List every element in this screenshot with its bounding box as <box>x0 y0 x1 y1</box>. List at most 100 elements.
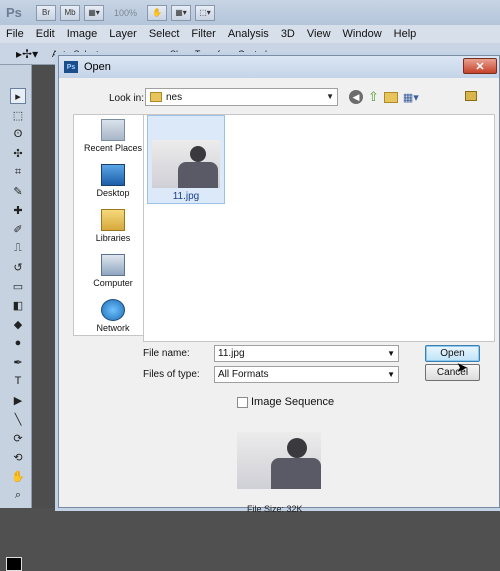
pen-tool-icon[interactable]: ✒ <box>10 354 26 370</box>
dodge-tool-icon[interactable]: ● <box>10 335 26 351</box>
healing-brush-tool-icon[interactable]: ✚ <box>10 202 26 218</box>
chevron-down-icon: ▼ <box>326 92 334 101</box>
look-in-value: nes <box>166 91 183 103</box>
menu-3d[interactable]: 3D <box>275 28 301 40</box>
image-sequence-checkbox[interactable] <box>237 397 248 408</box>
open-dialog: Ps Open ✕ Look in: nes ▼ ◀ ⇧ ▦▾ Recent P… <box>58 55 500 514</box>
move-tool-preset-icon[interactable]: ▸✢▾ <box>16 47 38 61</box>
file-name-value: 11.jpg <box>218 348 245 359</box>
menu-image[interactable]: Image <box>61 28 104 40</box>
file-name-label: File name: <box>143 348 190 359</box>
up-folder-button[interactable]: ⇧ <box>368 89 379 105</box>
navigation-toolbar: ◀ ⇧ ▦▾ <box>349 89 419 105</box>
file-name-input[interactable]: 11.jpg ▼ <box>214 345 399 362</box>
menu-help[interactable]: Help <box>388 28 423 40</box>
type-tool-icon[interactable]: T <box>10 373 26 389</box>
new-folder-button[interactable] <box>383 91 398 103</box>
menu-bar: File Edit Image Layer Select Filter Anal… <box>0 25 500 43</box>
libraries-icon <box>101 209 125 231</box>
eyedropper-tool-icon[interactable]: ✎ <box>10 183 26 199</box>
file-item[interactable]: 11.jpg <box>147 115 225 204</box>
quick-select-tool-icon[interactable]: ✣ <box>10 145 26 161</box>
move-tool-icon[interactable]: ▸ <box>10 88 26 104</box>
menu-select[interactable]: Select <box>143 28 186 40</box>
image-preview <box>237 432 321 489</box>
file-thumbnail <box>152 140 220 188</box>
back-button[interactable]: ◀ <box>349 90 363 104</box>
up-arrow-icon: ⇧ <box>368 89 379 104</box>
shape-tool-icon[interactable]: ╲ <box>10 411 26 427</box>
back-arrow-icon: ◀ <box>352 91 360 102</box>
place-libraries[interactable]: Libraries <box>74 209 152 243</box>
network-icon <box>101 299 125 321</box>
look-in-dropdown[interactable]: nes ▼ <box>145 88 338 106</box>
files-of-type-label: Files of type: <box>143 369 200 380</box>
bridge-button[interactable]: Br <box>36 4 56 21</box>
file-list: 11.jpg <box>143 114 495 342</box>
close-icon: ✕ <box>475 60 485 73</box>
view-extras-icon: ▦▾ <box>88 8 100 17</box>
marquee-tool-icon[interactable]: ⬚ <box>10 107 26 123</box>
blur-tool-icon[interactable]: ◆ <box>10 316 26 332</box>
clone-stamp-tool-icon[interactable]: ⎍ <box>10 240 26 256</box>
menu-view[interactable]: View <box>301 28 337 40</box>
recent-places-icon <box>101 119 125 141</box>
folder-icon <box>150 92 162 102</box>
arrange-documents-button[interactable]: ▦▾ <box>171 4 192 21</box>
foreground-color-swatch[interactable] <box>6 557 22 571</box>
place-label: Desktop <box>96 188 130 198</box>
hand-tool-button[interactable]: ✋ <box>147 4 168 21</box>
place-label: Recent Places <box>83 143 143 153</box>
look-in-label: Look in: <box>109 93 145 104</box>
hand-tool-icon[interactable]: ✋ <box>10 468 26 484</box>
place-label: Libraries <box>95 233 131 243</box>
view-menu-icon: ▦▾ <box>402 91 419 104</box>
view-extras-button[interactable]: ▦▾ <box>84 4 104 21</box>
arrange-icon: ▦▾ <box>175 8 187 17</box>
image-sequence-label: Image Sequence <box>251 396 335 408</box>
gradient-tool-icon[interactable]: ◧ <box>10 297 26 313</box>
3d-rotate-tool-icon[interactable]: ⟳ <box>10 430 26 446</box>
3d-orbit-tool-icon[interactable]: ⟲ <box>10 449 26 465</box>
desktop-icon <box>101 164 125 186</box>
hand-icon: ✋ <box>152 8 163 17</box>
open-button[interactable]: Open <box>425 345 480 362</box>
crop-tool-icon[interactable]: ⌗ <box>10 164 26 180</box>
lasso-tool-icon[interactable]: ʘ <box>10 126 26 142</box>
zoom-level[interactable]: 100% <box>114 8 137 18</box>
menu-analysis[interactable]: Analysis <box>222 28 275 40</box>
places-bar: Recent Places Desktop Libraries Computer… <box>73 114 151 336</box>
place-desktop[interactable]: Desktop <box>74 164 152 198</box>
photoshop-icon: Ps <box>64 61 78 73</box>
eraser-tool-icon[interactable]: ▭ <box>10 278 26 294</box>
view-menu-button[interactable]: ▦▾ <box>403 91 419 104</box>
tools-panel: ▸ ⬚ ʘ ✣ ⌗ ✎ ✚ ✐ ⎍ ↺ ▭ ◧ ◆ ● ✒ T ▶ ╲ ⟳ ⟲ … <box>0 65 32 571</box>
menu-layer[interactable]: Layer <box>103 28 143 40</box>
screen-mode-button[interactable]: ⬚▾ <box>195 4 216 21</box>
place-recent-places[interactable]: Recent Places <box>74 119 152 153</box>
file-name: 11.jpg <box>172 191 200 202</box>
place-label: Network <box>96 323 130 333</box>
open-folder-icon[interactable] <box>465 91 477 101</box>
menu-window[interactable]: Window <box>337 28 388 40</box>
zoom-tool-icon[interactable]: ⌕ <box>10 487 26 503</box>
close-button[interactable]: ✕ <box>463 58 497 74</box>
place-computer[interactable]: Computer <box>74 254 152 288</box>
brush-tool-icon[interactable]: ✐ <box>10 221 26 237</box>
dialog-title-bar: Ps Open ✕ <box>59 56 499 78</box>
place-label: Computer <box>93 278 133 288</box>
menu-filter[interactable]: Filter <box>185 28 221 40</box>
menu-file[interactable]: File <box>0 28 30 40</box>
files-of-type-select[interactable]: All Formats ▼ <box>214 366 399 383</box>
cancel-button[interactable]: Cancel <box>425 364 480 381</box>
history-brush-tool-icon[interactable]: ↺ <box>10 259 26 275</box>
chevron-down-icon: ▼ <box>387 370 395 379</box>
menu-edit[interactable]: Edit <box>30 28 61 40</box>
path-selection-tool-icon[interactable]: ▶ <box>10 392 26 408</box>
app-title-bar: Ps Br Mb ▦▾ 100% ✋ ▦▾ ⬚▾ <box>0 0 500 25</box>
place-network[interactable]: Network <box>74 299 152 333</box>
files-of-type-value: All Formats <box>218 369 269 380</box>
file-size-text: File Size: 32K <box>247 504 303 514</box>
chevron-down-icon: ▼ <box>387 349 395 358</box>
mini-bridge-button[interactable]: Mb <box>60 4 80 21</box>
